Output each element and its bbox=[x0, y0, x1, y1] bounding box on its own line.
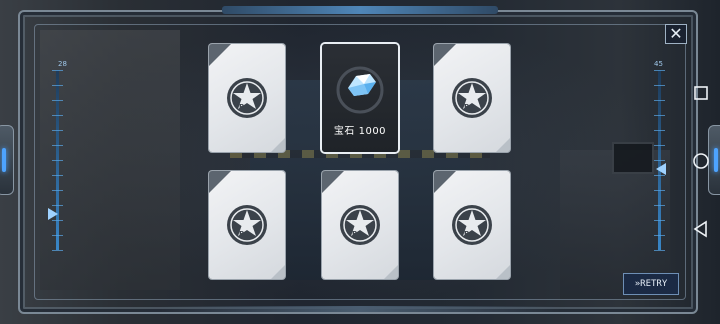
gauge-tick bbox=[52, 115, 63, 116]
card-corner bbox=[271, 265, 285, 279]
gauge-tick bbox=[654, 145, 665, 146]
card-corner bbox=[496, 138, 510, 152]
gauge-tick bbox=[52, 175, 63, 176]
gauge-tick bbox=[654, 175, 665, 176]
right-gauge-marker bbox=[656, 163, 666, 175]
left-gauge-value: 28 bbox=[58, 60, 67, 68]
circle-home-icon[interactable] bbox=[690, 150, 712, 172]
bs-emblem-icon: BS bbox=[227, 78, 267, 118]
gauge-tick bbox=[654, 250, 665, 251]
right-gauge: 45 bbox=[650, 60, 670, 260]
gauge-tick bbox=[52, 220, 63, 221]
close-button[interactable]: ✕ bbox=[665, 24, 687, 44]
card-corner bbox=[496, 265, 510, 279]
card-slot-4[interactable]: BS bbox=[209, 171, 285, 279]
gauge-tick bbox=[654, 235, 665, 236]
gauge-tick bbox=[654, 205, 665, 206]
gauge-tick bbox=[52, 145, 63, 146]
gauge-tick bbox=[654, 70, 665, 71]
svg-text:BS: BS bbox=[239, 103, 249, 111]
left-gauge-marker bbox=[48, 208, 58, 220]
svg-text:BS: BS bbox=[464, 103, 474, 111]
card-corner bbox=[434, 44, 456, 66]
gauge-tick bbox=[52, 250, 63, 251]
gauge-tick bbox=[52, 190, 63, 191]
retry-button[interactable]: »RETRY bbox=[623, 273, 679, 295]
gauge-tick bbox=[654, 130, 665, 131]
card-corner bbox=[322, 171, 344, 193]
card-corner bbox=[434, 171, 456, 193]
svg-text:BS: BS bbox=[352, 230, 362, 238]
triangle-back-icon[interactable] bbox=[690, 218, 712, 240]
gauge-tick bbox=[654, 85, 665, 86]
card-slot-6[interactable]: BS bbox=[434, 171, 510, 279]
svg-text:BS: BS bbox=[464, 230, 474, 238]
gauge-tick bbox=[654, 115, 665, 116]
left-gauge: 28 bbox=[48, 60, 68, 260]
card-slot-3[interactable]: BS bbox=[434, 44, 510, 152]
card-slot-2-revealed[interactable]: 宝石 1000 bbox=[322, 44, 398, 152]
card-corner bbox=[271, 138, 285, 152]
left-side-latch bbox=[0, 125, 14, 195]
gauge-tick bbox=[52, 130, 63, 131]
bs-emblem-icon: BS bbox=[452, 78, 492, 118]
gem-icon bbox=[336, 66, 384, 114]
square-recents-icon[interactable] bbox=[690, 82, 712, 104]
gauge-tick bbox=[52, 205, 63, 206]
bs-emblem-icon: BS bbox=[452, 205, 492, 245]
gauge-tick bbox=[654, 160, 665, 161]
gauge-tick bbox=[52, 235, 63, 236]
card-slot-5[interactable]: BS bbox=[322, 171, 398, 279]
card-corner bbox=[209, 44, 231, 66]
bs-emblem-icon: BS bbox=[340, 205, 380, 245]
reward-label: 宝石 1000 bbox=[333, 126, 387, 137]
latch-led bbox=[714, 148, 718, 172]
bs-emblem-icon: BS bbox=[227, 205, 267, 245]
panel-top-accent bbox=[222, 6, 498, 14]
card-corner bbox=[384, 265, 398, 279]
gauge-tick bbox=[52, 85, 63, 86]
gauge-tick bbox=[52, 160, 63, 161]
latch-led bbox=[2, 148, 6, 172]
gauge-tick bbox=[52, 70, 63, 71]
right-gauge-value: 45 bbox=[654, 60, 663, 68]
card-corner bbox=[209, 171, 231, 193]
panel-bottom-accent bbox=[160, 306, 560, 312]
gauge-tick bbox=[52, 100, 63, 101]
card-slot-1[interactable]: BS bbox=[209, 44, 285, 152]
svg-text:BS: BS bbox=[239, 230, 249, 238]
gauge-tick bbox=[654, 190, 665, 191]
gauge-tick bbox=[654, 100, 665, 101]
gauge-tick bbox=[654, 220, 665, 221]
